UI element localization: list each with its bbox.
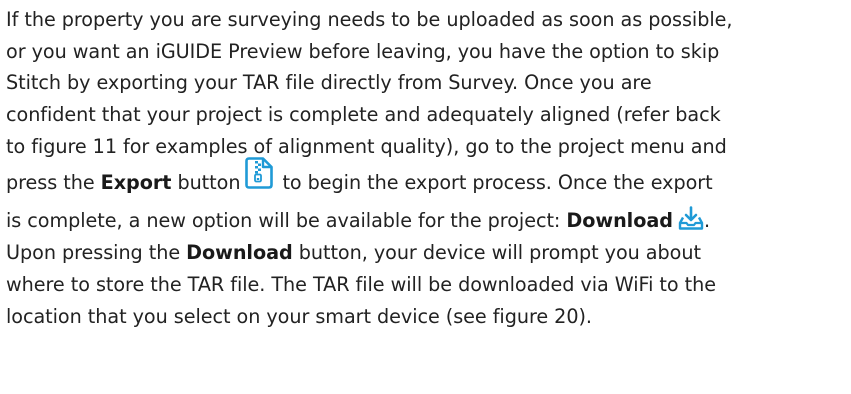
line8-text-end: button, your device will prompt you abou… bbox=[292, 241, 701, 265]
export-tar-file-icon bbox=[245, 157, 274, 189]
download-tray-icon bbox=[678, 206, 704, 230]
paragraph-line-3: Stitch by exporting your TAR file direct… bbox=[6, 71, 652, 95]
paragraph-line-6: press the Export button to begin the exp… bbox=[6, 157, 848, 203]
paragraph-line-1: If the property you are surveying needs … bbox=[6, 8, 733, 31]
instruction-paragraph: If the property you are surveying needs … bbox=[6, 4, 848, 333]
line8-text-start: Upon pressing the bbox=[6, 241, 187, 265]
line6-text-mid: button bbox=[171, 171, 241, 195]
download-button-label: Download bbox=[186, 241, 293, 265]
paragraph-line-2: or you want an iGUIDE Preview before lea… bbox=[6, 39, 720, 63]
paragraph-line-9: where to store the TAR file. The TAR fil… bbox=[6, 273, 716, 297]
paragraph-line-5: to figure 11 for examples of alignment q… bbox=[6, 134, 727, 158]
line6-text-end: to begin the export process. Once the ex… bbox=[282, 171, 713, 195]
paragraph-line-7: is complete, a new option will be availa… bbox=[6, 203, 848, 237]
paragraph-line-8: Upon pressing the Download button, your … bbox=[6, 237, 848, 269]
paragraph-line-10: location that you select on your smart d… bbox=[6, 304, 592, 328]
line6-text-start: press the bbox=[6, 171, 101, 195]
download-option-label: Download bbox=[566, 209, 673, 233]
line7-text-end: . bbox=[703, 209, 710, 233]
export-button-label: Export bbox=[100, 171, 172, 195]
paragraph-line-4: confident that your project is complete … bbox=[6, 103, 721, 127]
line7-text-start: is complete, a new option will be availa… bbox=[6, 209, 567, 233]
